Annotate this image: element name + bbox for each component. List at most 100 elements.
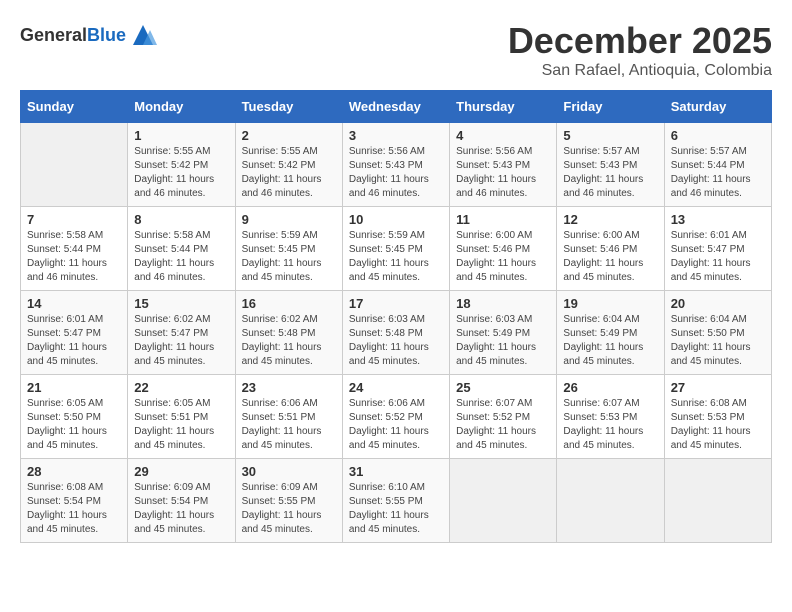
calendar-cell: 24 Sunrise: 6:06 AM Sunset: 5:52 PM Dayli… — [342, 375, 449, 459]
calendar-cell: 1 Sunrise: 5:55 AM Sunset: 5:42 PM Daylig… — [128, 123, 235, 207]
calendar-cell: 6Sunrise: 5:57 AM Sunset: 5:44 PM Daylig… — [664, 123, 771, 207]
calendar-cell — [450, 459, 557, 543]
calendar-cell: 12Sunrise: 6:00 AM Sunset: 5:46 PM Dayli… — [557, 207, 664, 291]
day-info: Sunrise: 6:03 AM Sunset: 5:49 PM Dayligh… — [456, 313, 550, 369]
calendar-cell: 29 Sunrise: 6:09 AM Sunset: 5:54 PM Dayli… — [128, 459, 235, 543]
calendar-cell — [557, 459, 664, 543]
day-number: 6 — [671, 128, 765, 143]
calendar-cell: 30Sunrise: 6:09 AM Sunset: 5:55 PM Dayli… — [235, 459, 342, 543]
day-number: 7 — [27, 212, 121, 227]
calendar-cell: 5 Sunrise: 5:57 AM Sunset: 5:43 PM Daylig… — [557, 123, 664, 207]
calendar-cell: 8Sunrise: 5:58 AM Sunset: 5:44 PM Daylig… — [128, 207, 235, 291]
day-info: Sunrise: 6:04 AM Sunset: 5:49 PM Dayligh… — [563, 313, 657, 369]
day-number: 4 — [456, 128, 550, 143]
day-info: Sunrise: 5:56 AM Sunset: 5:43 PM Dayligh… — [349, 145, 443, 201]
col-wednesday: Wednesday — [342, 91, 449, 123]
day-info: Sunrise: 5:55 AM Sunset: 5:42 PM Dayligh… — [242, 145, 336, 201]
calendar-cell: 19Sunrise: 6:04 AM Sunset: 5:49 PM Dayli… — [557, 291, 664, 375]
day-info: Sunrise: 6:06 AM Sunset: 5:52 PM Dayligh… — [349, 397, 443, 453]
calendar-cell: 14 Sunrise: 6:01 AM Sunset: 5:47 PM Dayli… — [21, 291, 128, 375]
day-number: 23 — [242, 380, 336, 395]
calendar-week-5: 28Sunrise: 6:08 AM Sunset: 5:54 PM Dayli… — [21, 459, 772, 543]
day-info: Sunrise: 6:00 AM Sunset: 5:46 PM Dayligh… — [456, 229, 550, 285]
day-number: 24 — [349, 380, 443, 395]
day-number: 15 — [134, 296, 228, 311]
logo-general: General — [20, 25, 87, 45]
col-monday: Monday — [128, 91, 235, 123]
calendar-cell: 10 Sunrise: 5:59 AM Sunset: 5:45 PM Dayli… — [342, 207, 449, 291]
col-tuesday: Tuesday — [235, 91, 342, 123]
day-info: Sunrise: 6:01 AM Sunset: 5:47 PM Dayligh… — [27, 313, 121, 369]
day-number: 8 — [134, 212, 228, 227]
day-info: Sunrise: 6:03 AM Sunset: 5:48 PM Dayligh… — [349, 313, 443, 369]
logo-text: GeneralBlue — [20, 25, 126, 46]
day-number: 10 — [349, 212, 443, 227]
day-number: 17 — [349, 296, 443, 311]
calendar-cell: 28Sunrise: 6:08 AM Sunset: 5:54 PM Dayli… — [21, 459, 128, 543]
day-info: Sunrise: 6:02 AM Sunset: 5:47 PM Dayligh… — [134, 313, 228, 369]
day-number: 13 — [671, 212, 765, 227]
calendar-cell: 3 Sunrise: 5:56 AM Sunset: 5:43 PM Daylig… — [342, 123, 449, 207]
col-sunday: Sunday — [21, 91, 128, 123]
calendar-cell: 4 Sunrise: 5:56 AM Sunset: 5:43 PM Daylig… — [450, 123, 557, 207]
day-info: Sunrise: 6:05 AM Sunset: 5:51 PM Dayligh… — [134, 397, 228, 453]
calendar-cell — [21, 123, 128, 207]
day-number: 18 — [456, 296, 550, 311]
day-info: Sunrise: 5:57 AM Sunset: 5:43 PM Dayligh… — [563, 145, 657, 201]
calendar-cell: 18 Sunrise: 6:03 AM Sunset: 5:49 PM Dayli… — [450, 291, 557, 375]
calendar-body: 1 Sunrise: 5:55 AM Sunset: 5:42 PM Daylig… — [21, 123, 772, 543]
day-info: Sunrise: 5:59 AM Sunset: 5:45 PM Dayligh… — [242, 229, 336, 285]
day-number: 14 — [27, 296, 121, 311]
day-number: 22 — [134, 380, 228, 395]
day-info: Sunrise: 6:09 AM Sunset: 5:55 PM Dayligh… — [242, 481, 336, 537]
calendar-header: Sunday Monday Tuesday Wednesday Thursday… — [21, 91, 772, 123]
calendar-week-1: 1 Sunrise: 5:55 AM Sunset: 5:42 PM Daylig… — [21, 123, 772, 207]
day-number: 21 — [27, 380, 121, 395]
col-friday: Friday — [557, 91, 664, 123]
day-number: 29 — [134, 464, 228, 479]
calendar-table: Sunday Monday Tuesday Wednesday Thursday… — [20, 90, 772, 543]
day-number: 26 — [563, 380, 657, 395]
logo: GeneralBlue — [20, 20, 158, 50]
logo-icon — [128, 20, 158, 50]
calendar-cell: 11 Sunrise: 6:00 AM Sunset: 5:46 PM Dayli… — [450, 207, 557, 291]
calendar-cell: 22 Sunrise: 6:05 AM Sunset: 5:51 PM Dayli… — [128, 375, 235, 459]
calendar-cell: 13 Sunrise: 6:01 AM Sunset: 5:47 PM Dayli… — [664, 207, 771, 291]
calendar-cell: 15 Sunrise: 6:02 AM Sunset: 5:47 PM Dayli… — [128, 291, 235, 375]
calendar-week-2: 7Sunrise: 5:58 AM Sunset: 5:44 PM Daylig… — [21, 207, 772, 291]
day-number: 11 — [456, 212, 550, 227]
day-number: 12 — [563, 212, 657, 227]
calendar-cell: 26 Sunrise: 6:07 AM Sunset: 5:53 PM Dayli… — [557, 375, 664, 459]
day-info: Sunrise: 5:55 AM Sunset: 5:42 PM Dayligh… — [134, 145, 228, 201]
day-number: 3 — [349, 128, 443, 143]
calendar-week-4: 21 Sunrise: 6:05 AM Sunset: 5:50 PM Dayli… — [21, 375, 772, 459]
day-number: 31 — [349, 464, 443, 479]
calendar-cell: 7Sunrise: 5:58 AM Sunset: 5:44 PM Daylig… — [21, 207, 128, 291]
day-number: 1 — [134, 128, 228, 143]
day-number: 20 — [671, 296, 765, 311]
day-number: 5 — [563, 128, 657, 143]
day-info: Sunrise: 6:02 AM Sunset: 5:48 PM Dayligh… — [242, 313, 336, 369]
day-info: Sunrise: 6:10 AM Sunset: 5:55 PM Dayligh… — [349, 481, 443, 537]
day-info: Sunrise: 6:07 AM Sunset: 5:52 PM Dayligh… — [456, 397, 550, 453]
calendar-cell: 20Sunrise: 6:04 AM Sunset: 5:50 PM Dayli… — [664, 291, 771, 375]
day-number: 16 — [242, 296, 336, 311]
day-info: Sunrise: 6:08 AM Sunset: 5:53 PM Dayligh… — [671, 397, 765, 453]
day-number: 27 — [671, 380, 765, 395]
day-info: Sunrise: 5:59 AM Sunset: 5:45 PM Dayligh… — [349, 229, 443, 285]
day-info: Sunrise: 5:56 AM Sunset: 5:43 PM Dayligh… — [456, 145, 550, 201]
calendar-cell: 27 Sunrise: 6:08 AM Sunset: 5:53 PM Dayli… — [664, 375, 771, 459]
logo-blue: Blue — [87, 25, 126, 45]
day-info: Sunrise: 6:01 AM Sunset: 5:47 PM Dayligh… — [671, 229, 765, 285]
col-saturday: Saturday — [664, 91, 771, 123]
calendar-cell: 25Sunrise: 6:07 AM Sunset: 5:52 PM Dayli… — [450, 375, 557, 459]
title-area: December 2025 San Rafael, Antioquia, Col… — [508, 20, 772, 80]
header-row: Sunday Monday Tuesday Wednesday Thursday… — [21, 91, 772, 123]
day-info: Sunrise: 6:09 AM Sunset: 5:54 PM Dayligh… — [134, 481, 228, 537]
day-info: Sunrise: 6:07 AM Sunset: 5:53 PM Dayligh… — [563, 397, 657, 453]
day-info: Sunrise: 6:05 AM Sunset: 5:50 PM Dayligh… — [27, 397, 121, 453]
calendar-cell — [664, 459, 771, 543]
page-header: GeneralBlue December 2025 San Rafael, An… — [20, 20, 772, 80]
calendar-cell: 9Sunrise: 5:59 AM Sunset: 5:45 PM Daylig… — [235, 207, 342, 291]
calendar-cell: 21 Sunrise: 6:05 AM Sunset: 5:50 PM Dayli… — [21, 375, 128, 459]
